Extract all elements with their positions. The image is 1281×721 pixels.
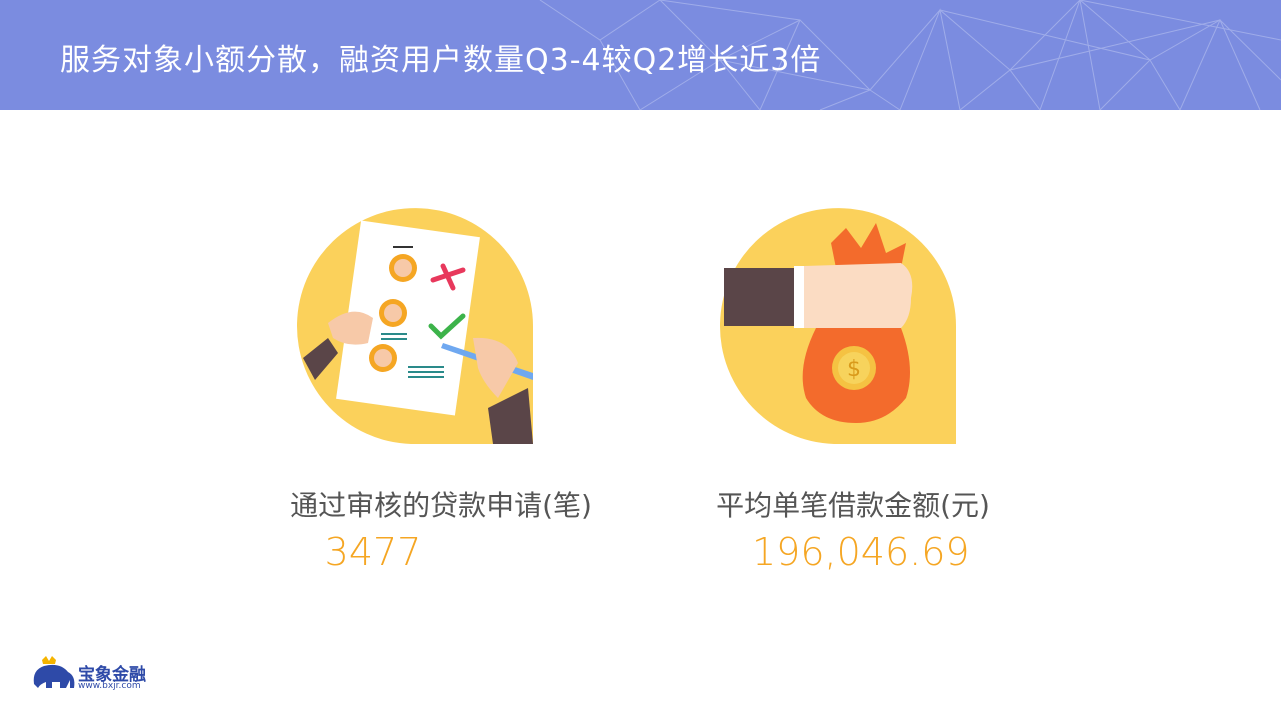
approved-application-icon: [297, 208, 533, 444]
svg-text:$: $: [847, 357, 861, 382]
logo-url: www.bxjr.com: [78, 681, 141, 691]
page-title: 服务对象小额分散，融资用户数量Q3-4较Q2增长近3倍: [60, 43, 822, 78]
stat-label-applications: 通过审核的贷款申请(笔): [290, 489, 592, 522]
money-bag-icon: $: [720, 208, 956, 444]
header-banner: 服务对象小额分散，融资用户数量Q3-4较Q2增长近3倍: [0, 0, 1281, 110]
stat-label-average-loan: 平均单笔借款金额(元): [716, 489, 990, 522]
stat-value-average-loan: 196,046.69: [752, 530, 970, 574]
stat-value-applications: 3477: [324, 530, 422, 574]
